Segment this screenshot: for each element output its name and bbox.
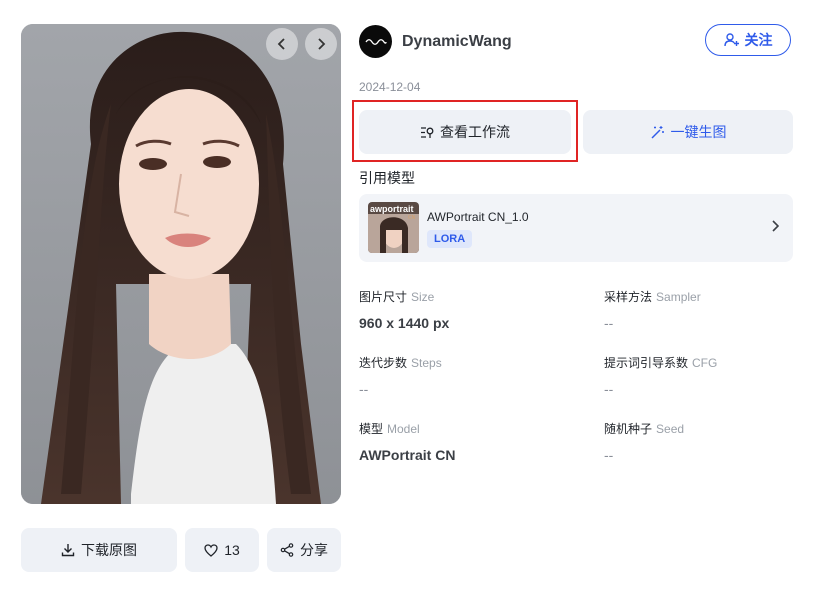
param-value: -- xyxy=(359,381,369,397)
referenced-models-title: 引用模型 xyxy=(359,170,415,186)
param-label-en: Size xyxy=(411,290,435,304)
model-type-badge: LORA xyxy=(427,230,473,248)
view-workflow-button[interactable]: 查看工作流 xyxy=(359,110,571,154)
param-label: 采样方法 xyxy=(604,290,653,304)
param-model: 模型 Model AWPortrait CN xyxy=(359,420,455,463)
share-icon xyxy=(280,543,294,557)
download-label: 下载原图 xyxy=(81,542,137,558)
follow-label: 关注 xyxy=(744,32,773,48)
model-name: AWPortrait CN_1.0 xyxy=(427,210,529,224)
generated-image[interactable] xyxy=(21,24,341,504)
param-value: AWPortrait CN xyxy=(359,447,456,463)
download-icon xyxy=(61,544,75,557)
share-button[interactable]: 分享 xyxy=(267,528,341,572)
view-workflow-label: 查看工作流 xyxy=(440,124,510,140)
param-label: 提示词引导系数 xyxy=(604,356,689,370)
avatar[interactable] xyxy=(359,25,392,58)
param-value: -- xyxy=(604,315,614,331)
model-thumbnail: awportrait CN xyxy=(368,202,419,253)
user-plus-icon xyxy=(723,33,739,47)
follow-button[interactable]: 关注 xyxy=(705,24,791,56)
param-label: 随机种子 xyxy=(604,422,653,436)
param-label-en: Model xyxy=(387,422,420,436)
param-label: 迭代步数 xyxy=(359,356,408,370)
workflow-icon xyxy=(421,126,434,138)
one-click-generate-label: 一键生图 xyxy=(670,124,727,140)
param-size: 图片尺寸 Size 960 x 1440 px xyxy=(359,288,449,331)
param-label-en: Steps xyxy=(411,356,442,370)
share-label: 分享 xyxy=(300,542,328,558)
publish-date: 2024-12-04 xyxy=(359,80,421,94)
previous-image-button[interactable] xyxy=(266,28,298,60)
like-button[interactable]: 13 xyxy=(185,528,259,572)
model-card[interactable]: awportrait CN AWPortrait CN_1.0 LORA xyxy=(359,194,793,262)
chevron-left-icon xyxy=(277,38,285,50)
author-info[interactable]: DynamicWang xyxy=(359,25,512,58)
param-label-en: Sampler xyxy=(656,290,701,304)
model-thumb-sub: CN xyxy=(408,215,416,221)
author-name[interactable]: DynamicWang xyxy=(402,33,512,51)
one-click-generate-button[interactable]: 一键生图 xyxy=(583,110,793,154)
param-seed: 随机种子 Seed -- xyxy=(604,420,684,463)
heart-icon xyxy=(204,543,218,557)
download-original-button[interactable]: 下载原图 xyxy=(21,528,177,572)
param-value: -- xyxy=(604,381,614,397)
portrait-illustration xyxy=(21,24,341,504)
next-image-button[interactable] xyxy=(305,28,337,60)
model-thumb-title: awportrait xyxy=(370,204,414,214)
image-detail-card: 下载原图 13 分享 DynamicWang 关注 2024-12-04 查看工… xyxy=(0,0,817,598)
param-sampler: 采样方法 Sampler -- xyxy=(604,288,701,331)
param-steps: 迭代步数 Steps -- xyxy=(359,354,442,397)
avatar-logo-icon xyxy=(364,38,387,45)
param-value: 960 x 1440 px xyxy=(359,315,450,331)
param-label: 图片尺寸 xyxy=(359,290,408,304)
chevron-right-icon xyxy=(772,220,779,232)
param-label-en: CFG xyxy=(692,356,718,370)
param-label: 模型 xyxy=(359,422,384,436)
param-cfg: 提示词引导系数 CFG -- xyxy=(604,354,717,397)
param-label-en: Seed xyxy=(656,422,685,436)
like-count: 13 xyxy=(224,542,240,558)
param-value: -- xyxy=(604,447,614,463)
magic-wand-icon xyxy=(650,125,664,139)
chevron-right-icon xyxy=(318,38,326,50)
